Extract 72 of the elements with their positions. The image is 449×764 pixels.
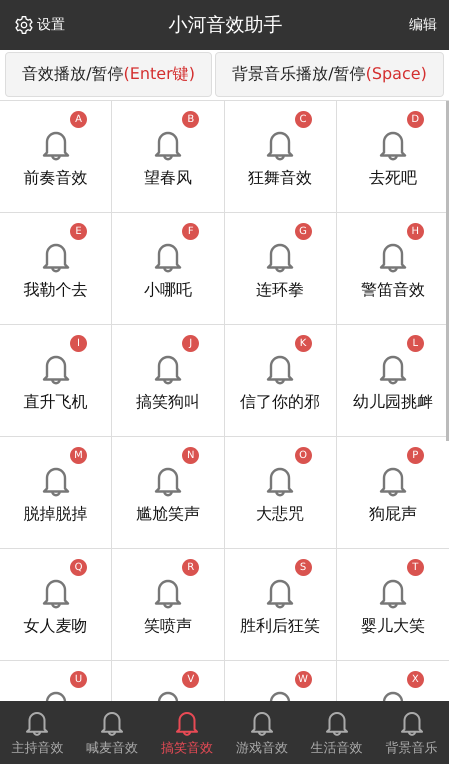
- key-badge: F: [182, 223, 200, 240]
- key-badge: A: [70, 111, 87, 128]
- sound-tile[interactable]: N 尴尬笑声: [112, 437, 224, 549]
- sound-tile[interactable]: G 连环拳: [224, 213, 337, 325]
- sound-name: 婴儿大笑: [360, 616, 425, 637]
- sound-name: 搞笑狗叫: [136, 392, 200, 413]
- category-tab[interactable]: 喊麦音效: [74, 701, 150, 764]
- sound-name: 信了你的邪: [240, 392, 320, 413]
- key-badge: U: [70, 671, 87, 688]
- sound-tile[interactable]: I 直升飞机: [0, 325, 112, 437]
- category-tab[interactable]: 生活音效: [299, 701, 374, 764]
- key-badge: M: [70, 447, 87, 464]
- key-badge: R: [182, 559, 200, 576]
- key-badge: L: [406, 335, 424, 352]
- settings-icon: [14, 15, 34, 35]
- key-badge: N: [182, 447, 200, 464]
- app-title: 小河音效助手: [168, 13, 282, 38]
- key-badge: Q: [70, 559, 87, 576]
- key-badge: J: [182, 335, 200, 352]
- key-badge: K: [294, 335, 312, 352]
- sound-tile[interactable]: T 婴儿大笑: [336, 549, 449, 661]
- sound-tile[interactable]: P 狗屁声: [336, 437, 449, 549]
- settings-button[interactable]: 设置: [14, 15, 65, 35]
- sound-name: 脱掉脱掉: [24, 504, 88, 525]
- key-badge: P: [406, 447, 424, 464]
- category-tab[interactable]: 游戏音效: [224, 701, 300, 764]
- sound-tile[interactable]: J 搞笑狗叫: [112, 325, 224, 437]
- sound-tile[interactable]: O 大悲咒: [224, 437, 337, 549]
- key-badge: X: [406, 671, 424, 688]
- sound-name: 直升飞机: [24, 392, 88, 413]
- sound-name: 大悲咒: [256, 504, 304, 525]
- key-badge: C: [294, 111, 312, 128]
- sound-name: 警笛音效: [360, 280, 425, 301]
- category-tab[interactable]: 背景音乐: [374, 701, 449, 764]
- sound-tile[interactable]: K 信了你的邪: [224, 325, 337, 437]
- sound-name: 连环拳: [256, 280, 304, 301]
- key-badge: E: [70, 223, 87, 240]
- key-badge: O: [294, 447, 312, 464]
- sound-tile[interactable]: R 笑喷声: [112, 549, 224, 661]
- sound-tile[interactable]: M 脱掉脱掉: [0, 437, 112, 549]
- key-badge: S: [294, 559, 312, 576]
- key-badge: I: [70, 335, 87, 352]
- sound-tile[interactable]: S 胜利后狂笑: [224, 549, 337, 661]
- play-pause-button[interactable]: 音效播放/暂停(Enter键): [5, 52, 212, 97]
- key-badge: H: [406, 223, 424, 240]
- sound-name: 笑喷声: [144, 616, 192, 637]
- sound-name: 胜利后狂笑: [240, 616, 320, 637]
- sound-name: 女人麦吻: [24, 616, 88, 637]
- key-badge: W: [294, 671, 312, 688]
- sound-tile[interactable]: E 我勒个去: [0, 213, 112, 325]
- edit-button[interactable]: 编辑: [409, 16, 437, 34]
- sound-name: 狗屁声: [368, 504, 417, 525]
- sound-tile[interactable]: A 前奏音效: [0, 101, 112, 213]
- sound-name: 狂舞音效: [248, 168, 312, 189]
- sound-tile[interactable]: Q 女人麦吻: [0, 549, 112, 661]
- key-badge: D: [406, 111, 424, 128]
- sound-name: 尴尬笑声: [136, 504, 200, 525]
- sound-tile[interactable]: F 小哪吒: [112, 213, 224, 325]
- sound-name: 幼儿园挑衅: [352, 392, 433, 413]
- play-pause-button[interactable]: 背景音乐播放/暂停(Space): [215, 52, 444, 97]
- sound-name: 小哪吒: [144, 280, 192, 301]
- sound-name: 去死吧: [368, 168, 417, 189]
- sound-tile[interactable]: B 望春风: [112, 101, 224, 213]
- sound-name: 前奏音效: [24, 168, 88, 189]
- category-tab[interactable]: 主持音效: [0, 701, 75, 764]
- sound-name: 我勒个去: [24, 280, 88, 301]
- sound-name: 望春风: [144, 168, 192, 189]
- key-badge: B: [182, 111, 200, 128]
- key-badge: V: [182, 671, 200, 688]
- sound-tile[interactable]: C 狂舞音效: [224, 101, 337, 213]
- key-badge: G: [294, 223, 312, 240]
- key-badge: T: [406, 559, 424, 576]
